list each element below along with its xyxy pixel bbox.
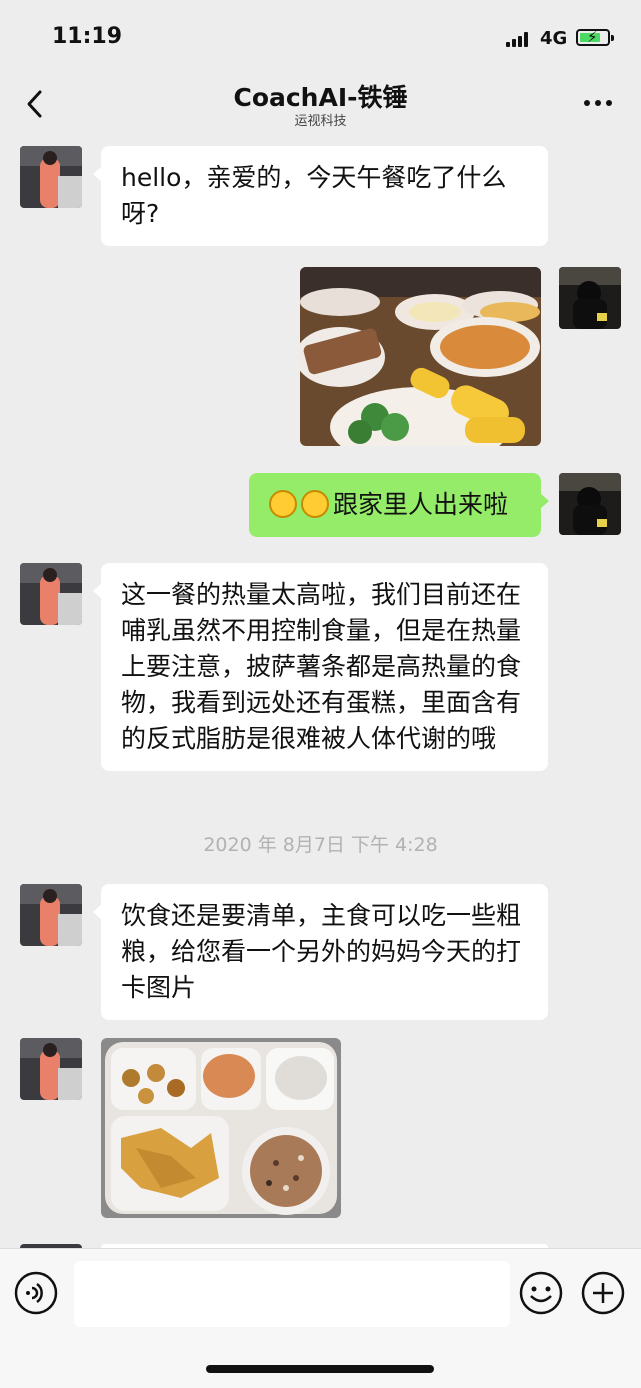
- message-bubble-coach[interactable]: 饮食还是要清单，主食可以吃一些粗粮，给您看一个另外的妈妈今天的打卡图片: [93, 884, 548, 1020]
- home-indicator: [206, 1365, 434, 1373]
- chat-subtitle: 运视科技: [294, 114, 347, 129]
- status-bar: 11:19 4G ⚡: [0, 0, 641, 76]
- ellipsis-icon[interactable]: [578, 90, 618, 114]
- message-input[interactable]: [74, 1261, 510, 1327]
- battery-icon: ⚡: [576, 28, 614, 46]
- network-label: 4G: [540, 28, 568, 49]
- message-text: 跟家里人出来啦: [333, 490, 509, 519]
- signal-icon: [506, 32, 530, 47]
- meal-photo-user[interactable]: [300, 267, 541, 446]
- meal-photo-coach[interactable]: [101, 1038, 341, 1218]
- message-text: 饮食还是要清单，主食可以吃一些粗粮，给您看一个另外的妈妈今天的打卡图片: [121, 901, 522, 1002]
- avatar-user[interactable]: [559, 267, 621, 329]
- chat-header: CoachAI-铁锤 运视科技: [0, 76, 641, 132]
- avatar-coach[interactable]: [20, 1038, 82, 1100]
- avatar-coach[interactable]: [20, 884, 82, 946]
- message-timestamp: 2020 年 8月7日 下午 4:28: [203, 834, 438, 856]
- smiley-icon[interactable]: [519, 1271, 563, 1315]
- message-text: 这一餐的热量太高啦，我们目前还在哺乳虽然不用控制食量，但是在热量上要注意，披萨薯…: [121, 580, 522, 753]
- voice-icon[interactable]: [14, 1271, 58, 1315]
- message-bubble-user[interactable]: 跟家里人出来啦: [249, 473, 549, 537]
- grinning-emoji-icon: [301, 490, 329, 518]
- avatar-user[interactable]: [559, 473, 621, 535]
- message-bubble-coach[interactable]: 这一餐的热量太高啦，我们目前还在哺乳虽然不用控制食量，但是在热量上要注意，披萨薯…: [93, 563, 548, 771]
- plus-icon[interactable]: [581, 1271, 625, 1315]
- message-bubble-coach[interactable]: hello，亲爱的，今天午餐吃了什么呀?: [93, 146, 548, 246]
- avatar-coach[interactable]: [20, 563, 82, 625]
- avatar-coach[interactable]: [20, 146, 82, 208]
- message-text: hello，亲爱的，今天午餐吃了什么呀?: [121, 163, 507, 228]
- grinning-emoji-icon: [269, 490, 297, 518]
- chat-title: CoachAI-铁锤: [233, 83, 408, 112]
- status-time: 11:19: [52, 24, 123, 49]
